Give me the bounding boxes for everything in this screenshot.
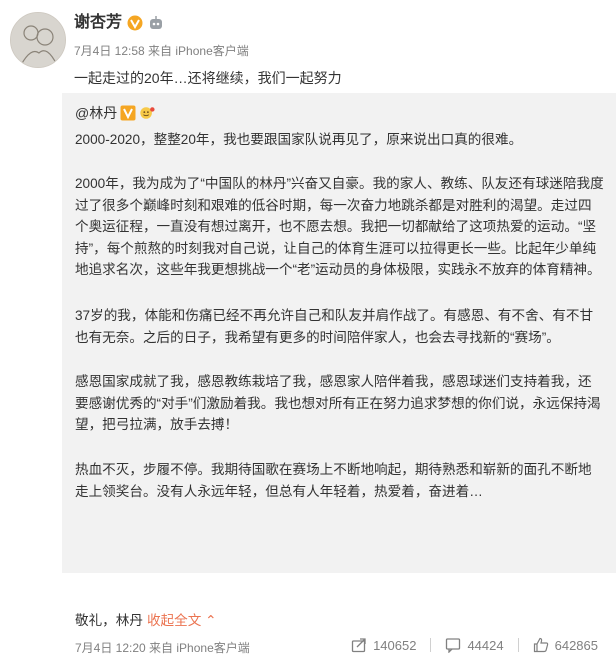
repost-author[interactable]: @林丹 [75,103,117,123]
like-button[interactable]: 642865 [533,637,598,653]
repost-meta: 7月4日 12:20 来自 iPhone客户端 [75,641,250,655]
repost-paragraph: 2000-2020，整整20年，我也要跟国家队说再见了，原来说出口真的很难。 [75,132,523,147]
author-name-row: 谢杏芳 [74,13,164,33]
thumbs-up-icon [533,637,548,653]
comment-button[interactable]: 44424 [445,637,504,653]
share-icon [351,638,366,653]
repost-paragraph: 热血不灭，步履不停。我期待国歌在赛场上不断地响起，期待熟悉和崭新的面孔不断地走上… [75,462,592,499]
signature: 敬礼，林丹 [75,613,143,628]
chevron-up-icon: ⌃ [205,613,217,628]
post-text: 一起走过的20年…还将继续，我们一起努力 [74,70,342,86]
repost-paragraph: 感恩国家成就了我，感恩教练栽培了我，感恩家人陪伴着我，感恩球迷们支持着我，还要感… [75,374,601,432]
like-count: 642865 [554,637,598,653]
repost-card: @林丹 2000-2020，整整20年，我也要跟国家队说再见了，原来说出口真的很… [62,93,616,655]
verified-v-icon [120,105,136,121]
repost-paragraph: 2000年，我为成为了“中国队的林丹”兴奋又自豪。我的家人、教练、队友还有球迷陪… [75,176,604,277]
verified-v-icon [127,15,143,31]
repost-author-row: @林丹 [75,103,155,123]
divider [430,638,432,652]
collapse-button[interactable]: 收起全文 ⌃ [147,611,217,631]
robot-icon[interactable] [148,15,164,31]
post-meta: 7月4日 12:58 来自 iPhone客户端 [74,44,249,58]
emoji-badge-icon [140,107,155,119]
divider [517,638,519,652]
repost-button[interactable]: 140652 [351,637,416,653]
comment-count: 44424 [467,637,504,653]
avatar-image [11,13,65,67]
avatar[interactable] [10,12,66,68]
repost-count: 140652 [373,637,417,653]
repost-paragraph: 37岁的我，体能和伤痛已经不再允许自己和队友并肩作战了。有感恩、有不舍、有不甘也… [75,308,594,345]
author-name[interactable]: 谢杏芳 [74,13,122,33]
signature-row: 敬礼，林丹 收起全文 ⌃ [75,611,217,631]
collapse-label: 收起全文 [146,613,202,628]
comment-icon [446,638,461,653]
action-bar: 140652 44424 642865 [351,637,598,653]
